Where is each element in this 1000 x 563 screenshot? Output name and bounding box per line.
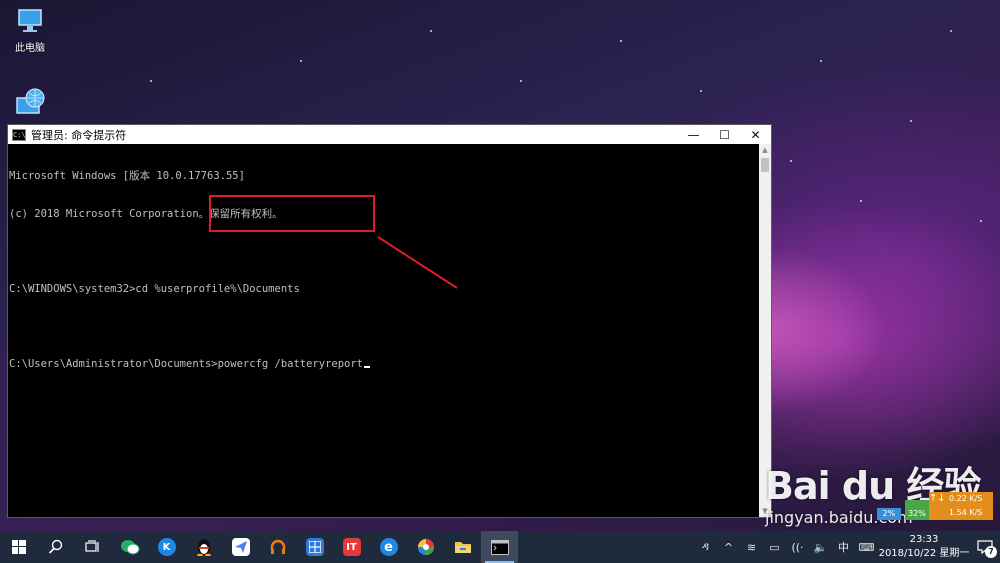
console-command-text: C:\Users\Administrator\Documents>powercf…	[9, 357, 364, 370]
input-language-indicator[interactable]: 中	[832, 531, 855, 563]
star	[790, 160, 792, 162]
show-hidden-icons-chevron-icon[interactable]: ^	[717, 531, 740, 563]
console-input-line[interactable]: C:\Users\Administrator\Documents>powercf…	[9, 358, 760, 371]
scroll-up-arrow-icon[interactable]: ▲	[759, 144, 771, 156]
it-app-icon: IT	[342, 538, 361, 556]
taskbar-app-headphones[interactable]	[259, 531, 296, 563]
start-button[interactable]	[0, 531, 37, 563]
taskbar-app-browser[interactable]: e	[370, 531, 407, 563]
annotation-highlight-box	[209, 195, 375, 232]
kugou-icon: K	[157, 538, 176, 556]
star	[520, 80, 522, 82]
cpu-usage: 2%	[877, 508, 901, 520]
console-line: (c) 2018 Microsoft Corporation。保留所有权利。	[9, 207, 283, 220]
taskbar-app-kugou[interactable]: K	[148, 531, 185, 563]
window-app-icon	[305, 538, 324, 556]
star	[150, 80, 152, 82]
taskbar: K IT e ዳ ^ ≋ ▭ ((· 🔈 中 ⌨ 23:33 2018/10/2…	[0, 531, 1000, 563]
color-wheel-icon	[417, 539, 434, 555]
text-cursor	[364, 365, 371, 368]
console-output[interactable]: Microsoft Windows [版本 10.0.17763.55] (c)…	[8, 144, 760, 517]
upload-speed: 0.22 K/S	[949, 494, 983, 503]
memory-usage: 32%	[905, 500, 929, 520]
search-button[interactable]	[37, 531, 74, 563]
star	[950, 30, 952, 32]
action-center-button[interactable]: 7	[970, 531, 1000, 563]
console-line: C:\WINDOWS\system32>cd %userprofile%\Doc…	[9, 282, 300, 295]
network-globe-icon	[16, 88, 45, 114]
minimize-button[interactable]: —	[678, 125, 709, 144]
close-button[interactable]: ✕	[740, 125, 771, 144]
task-view-icon	[84, 540, 99, 552]
taskbar-app-it[interactable]: IT	[333, 531, 370, 563]
taskbar-app-cmd[interactable]	[481, 531, 518, 563]
star	[980, 220, 982, 222]
wifi-icon[interactable]: ((·	[786, 531, 809, 563]
console-line: Microsoft Windows [版本 10.0.17763.55]	[9, 170, 245, 182]
star	[860, 200, 862, 202]
search-icon	[48, 539, 62, 554]
cmd-icon	[490, 539, 509, 555]
cmd-app-icon: C:\	[12, 128, 26, 141]
notification-count-badge: 7	[985, 546, 997, 558]
scroll-thumb[interactable]	[761, 158, 769, 172]
input-method-extra-icon[interactable]: ≋	[740, 531, 763, 563]
star	[300, 60, 302, 62]
qq-penguin-icon	[196, 539, 211, 556]
paper-plane-icon	[231, 538, 250, 556]
headphones-icon	[270, 539, 285, 554]
computer-icon	[18, 9, 42, 32]
desktop-icon-network[interactable]	[0, 86, 60, 120]
folder-icon	[454, 542, 471, 553]
network-monitor-widget[interactable]: 2% 32% ↑↓ 0.22 K/S 1.54 K/S	[877, 492, 993, 524]
taskbar-app-feishu[interactable]	[222, 531, 259, 563]
maximize-button[interactable]: ☐	[709, 125, 740, 144]
star	[700, 90, 702, 92]
clock-time: 23:33	[909, 534, 939, 545]
taskbar-app-windows-app[interactable]	[296, 531, 333, 563]
ie-edge-icon: e	[379, 538, 398, 556]
taskbar-app-wechat[interactable]	[111, 531, 148, 563]
taskbar-app-qq[interactable]	[185, 531, 222, 563]
window-title: 管理员: 命令提示符	[31, 128, 127, 142]
network-speed: 0.22 K/S 1.54 K/S	[943, 492, 993, 520]
taskbar-app-colorful[interactable]	[407, 531, 444, 563]
taskbar-app-file-explorer[interactable]	[444, 531, 481, 563]
star	[430, 30, 432, 32]
battery-icon[interactable]: ▭	[763, 531, 786, 563]
system-clock[interactable]: 23:33 2018/10/22 星期一	[878, 533, 970, 561]
window-titlebar[interactable]: C:\ 管理员: 命令提示符 — ☐ ✕	[8, 125, 771, 144]
star	[820, 60, 822, 62]
windows-start-icon	[11, 540, 26, 554]
people-icon[interactable]: ዳ	[694, 531, 717, 563]
volume-icon[interactable]: 🔈	[809, 531, 832, 563]
system-tray: ዳ ^ ≋ ▭ ((· 🔈 中 ⌨ 23:33 2018/10/22 星期一 7	[694, 531, 1000, 563]
command-prompt-window[interactable]: C:\ 管理员: 命令提示符 — ☐ ✕ Microsoft Windows […	[7, 124, 772, 518]
task-view-button[interactable]	[74, 531, 111, 563]
star	[910, 120, 912, 122]
wechat-icon	[120, 540, 139, 555]
keyboard-icon[interactable]: ⌨	[855, 531, 878, 563]
upload-download-arrows-icon: ↑↓	[929, 492, 946, 520]
desktop-icon-this-pc[interactable]: 此电脑	[0, 6, 60, 54]
desktop-icon-label: 此电脑	[15, 43, 45, 54]
download-speed: 1.54 K/S	[949, 508, 983, 517]
clock-date: 2018/10/22 星期一	[878, 548, 970, 559]
desktop-background: 此电脑 C:\ 管理员: 命令提示符 — ☐ ✕ Microsoft Windo…	[0, 0, 1000, 563]
star	[620, 40, 622, 42]
